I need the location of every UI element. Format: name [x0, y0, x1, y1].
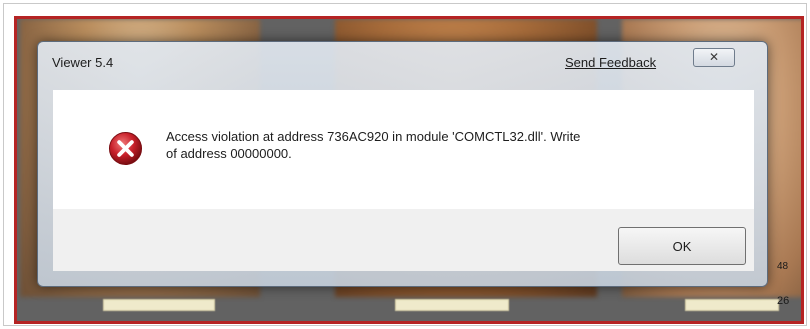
dialog-title-bar[interactable]: Viewer 5.4 Send Feedback ✕	[38, 42, 767, 90]
thumbnail-caption	[103, 299, 215, 311]
error-message-line: Access violation at address 736AC920 in …	[166, 129, 581, 144]
thumbnail-count: 48	[777, 261, 789, 272]
error-dialog: Viewer 5.4 Send Feedback ✕ Access violat…	[37, 41, 768, 287]
dialog-content: Access violation at address 736AC920 in …	[53, 90, 754, 209]
thumbnail-index: 26	[777, 295, 790, 307]
send-feedback-link[interactable]: Send Feedback	[565, 55, 656, 70]
ok-button[interactable]: OK	[618, 227, 746, 265]
dialog-title: Viewer 5.4	[52, 55, 114, 70]
close-button[interactable]: ✕	[693, 48, 735, 67]
dialog-button-panel: OK	[53, 209, 754, 271]
thumbnail-caption	[395, 299, 509, 311]
error-message-line: of address 00000000.	[166, 146, 292, 161]
close-icon: ✕	[708, 50, 720, 64]
thumbnail-caption	[685, 299, 779, 311]
error-message: Access violation at address 736AC920 in …	[166, 128, 726, 162]
error-icon	[108, 131, 143, 166]
